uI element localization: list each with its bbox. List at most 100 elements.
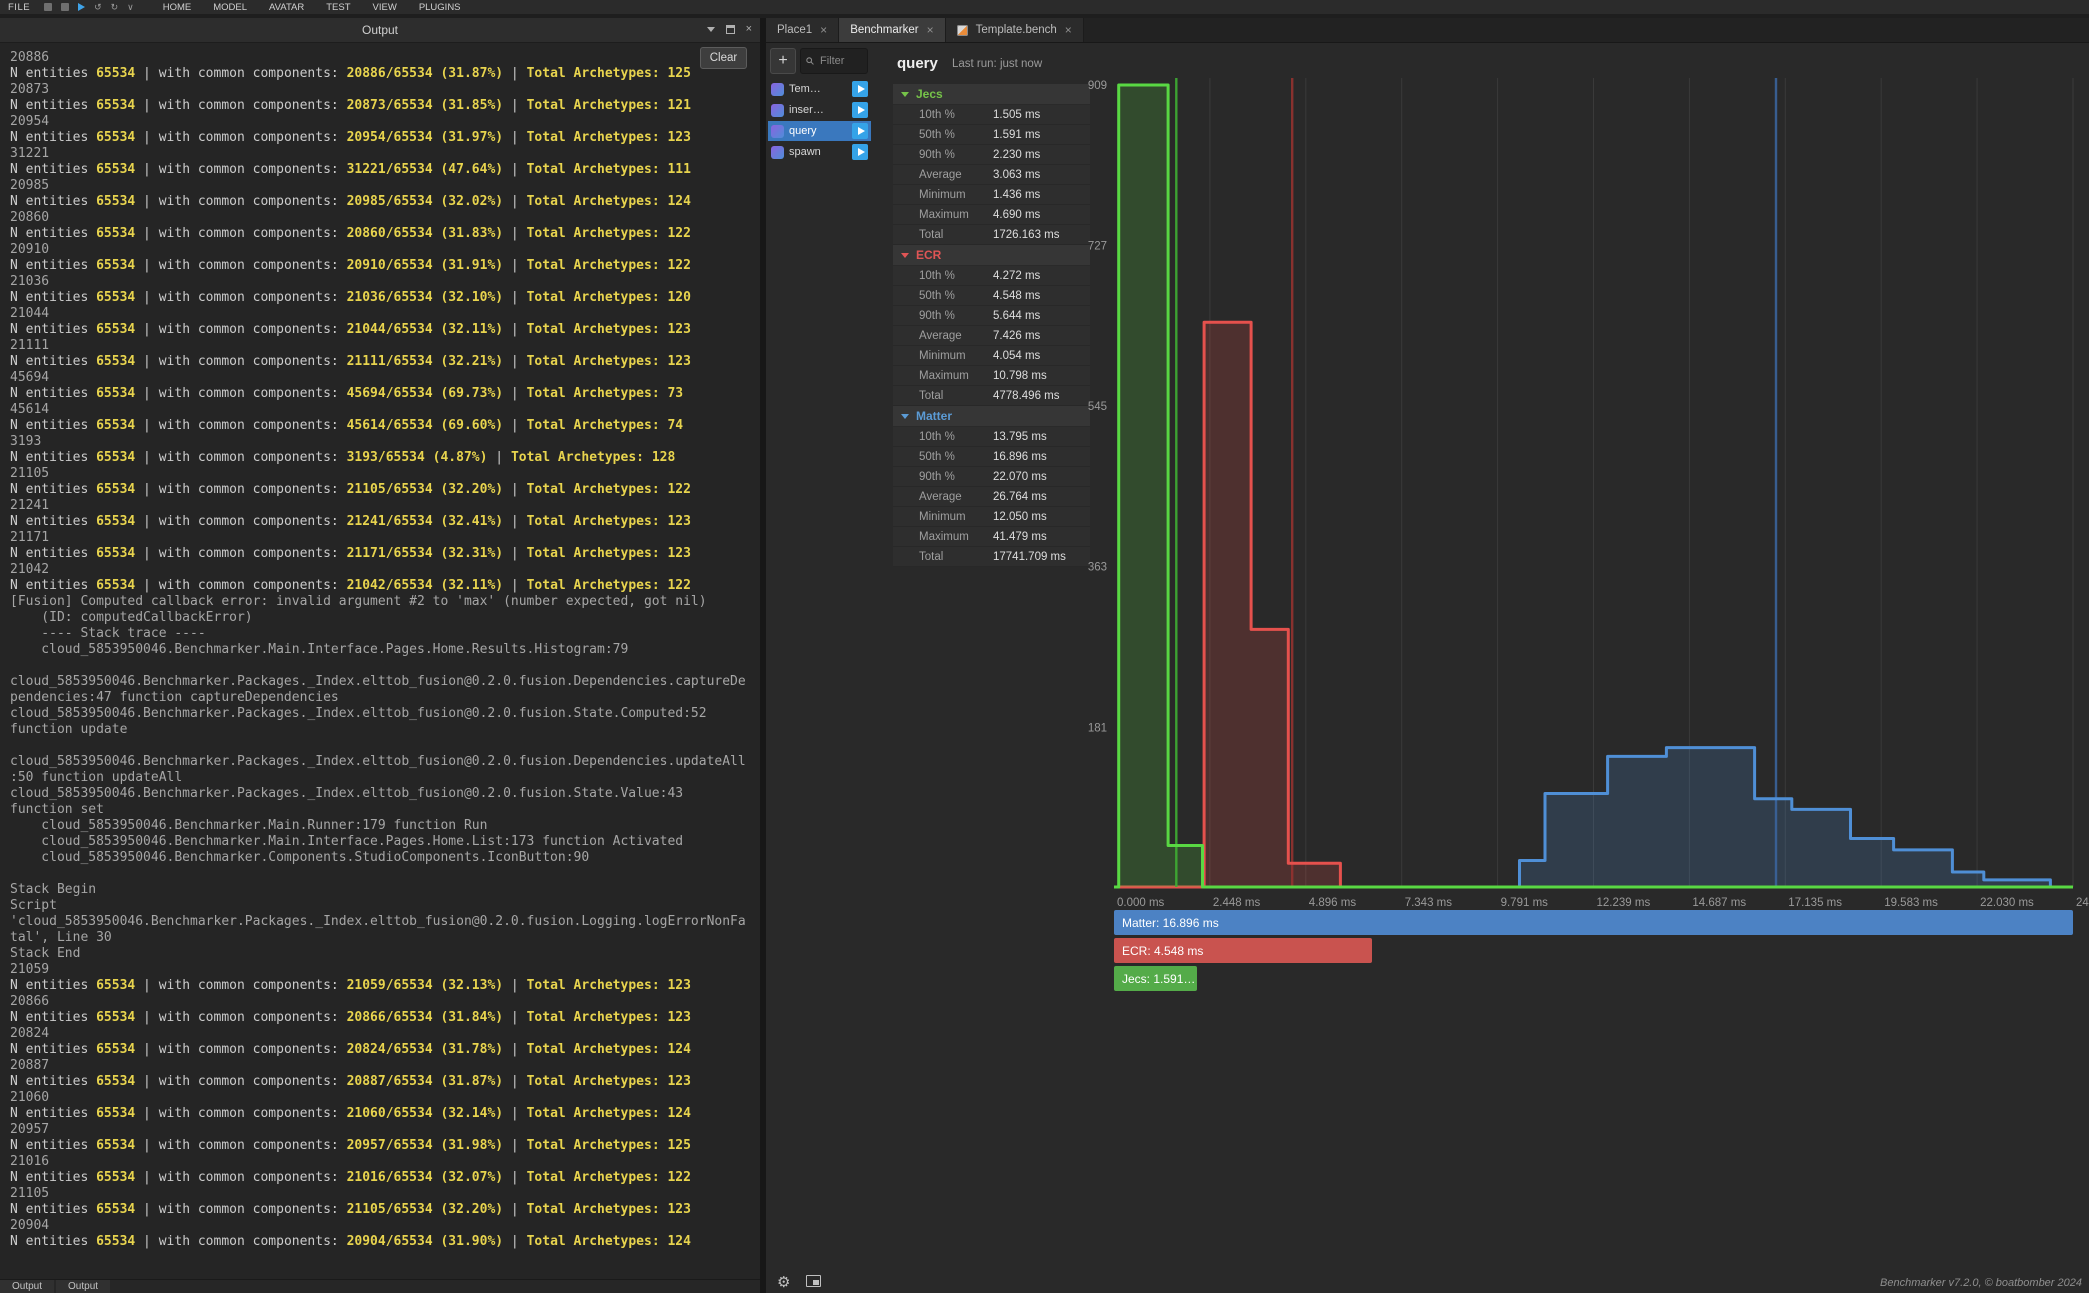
svg-text:545: 545	[1088, 401, 1107, 413]
save-icon[interactable]	[44, 3, 52, 11]
stat-label: Minimum	[919, 350, 966, 362]
benchmark-item-query[interactable]: query	[768, 121, 871, 141]
ribbon-tab-avatar[interactable]: AVATAR	[258, 2, 315, 13]
stat-label: Minimum	[919, 511, 966, 523]
undo-icon[interactable]: ↺	[94, 2, 102, 13]
stat-label: 90th %	[919, 310, 955, 322]
stat-row: 10th %1.505 ms	[893, 105, 1090, 125]
filter-input[interactable]	[818, 54, 862, 68]
doc-tab-template-bench[interactable]: Template.bench×	[946, 18, 1084, 42]
stat-row: 90th %2.230 ms	[893, 145, 1090, 165]
doc-tab-benchmarker[interactable]: Benchmarker×	[839, 18, 945, 42]
run-benchmark-button[interactable]	[852, 81, 868, 97]
console-line: 20866	[10, 994, 760, 1010]
filter-box[interactable]	[800, 48, 868, 74]
ribbon-tab-model[interactable]: MODEL	[202, 2, 258, 13]
doc-tab-place1[interactable]: Place1 ×	[766, 18, 839, 42]
ribbon-tab-plugins[interactable]: PLUGINS	[408, 2, 472, 13]
benchmark-item-label: spawn	[789, 146, 847, 158]
stat-value: 1.505 ms	[993, 109, 1040, 121]
console-line: N entities 65534 | with common component…	[10, 1010, 760, 1026]
menu-file[interactable]: FILE	[8, 2, 30, 13]
dock-tab-output-0[interactable]: Output	[0, 1280, 54, 1293]
console-line: N entities 65534 | with common component…	[10, 1202, 760, 1218]
settings-gear-icon[interactable]: ⚙	[777, 1275, 790, 1290]
benchmark-item-spawn[interactable]: spawn	[768, 142, 871, 162]
benchmark-item-label: Tem…	[789, 83, 847, 95]
ribbon-tab-home[interactable]: HOME	[152, 2, 203, 13]
run-benchmark-button[interactable]	[852, 102, 868, 118]
chevron-down-icon[interactable]	[707, 27, 715, 32]
console-line: cloud_5853950046.Benchmarker.Main.Interf…	[10, 642, 760, 658]
publish-icon[interactable]	[61, 3, 69, 11]
stat-header-jecs[interactable]: Jecs	[893, 84, 1090, 105]
console-line: 20873	[10, 82, 760, 98]
benchmark-item-insert[interactable]: inser…	[768, 100, 871, 120]
benchmark-item-template[interactable]: Tem…	[768, 79, 871, 99]
stat-value: 22.070 ms	[993, 471, 1047, 483]
console-line: N entities 65534 | with common component…	[10, 1074, 760, 1090]
console-line: N entities 65534 | with common component…	[10, 450, 760, 466]
stat-value: 7.426 ms	[993, 330, 1040, 342]
chevron-down-icon[interactable]: ∨	[127, 2, 134, 13]
stat-row: Average 7.426 ms	[893, 326, 1090, 346]
console-line: 21105	[10, 466, 760, 482]
stat-row: 90th %22.070 ms	[893, 467, 1090, 487]
tab-label: Place1	[777, 24, 812, 36]
plugin-icon[interactable]	[806, 1275, 821, 1287]
add-benchmark-button[interactable]: +	[770, 48, 796, 74]
run-benchmark-button[interactable]	[852, 123, 868, 139]
console[interactable]: 20886N entities 65534 | with common comp…	[0, 43, 760, 1279]
stat-value: 4.690 ms	[993, 209, 1040, 221]
stat-label: 50th %	[919, 451, 955, 463]
console-line: 21059	[10, 962, 760, 978]
stat-row: Maximum4.690 ms	[893, 205, 1090, 225]
bench-file-icon	[771, 104, 784, 117]
studio-window: FILE ↺ ↻ ∨ HOMEMODELAVATARTESTVIEWPLUGIN…	[0, 0, 2089, 1293]
console-line: N entities 65534 | with common component…	[10, 162, 760, 178]
console-line: 21036	[10, 274, 760, 290]
console-line: (ID: computedCallbackError)	[10, 610, 760, 626]
console-line: 21042	[10, 562, 760, 578]
console-line: 20824	[10, 1026, 760, 1042]
close-icon[interactable]: ×	[746, 23, 752, 35]
stat-label: Average	[919, 330, 962, 342]
ribbon-tab-view[interactable]: VIEW	[362, 2, 408, 13]
console-line: N entities 65534 | with common component…	[10, 418, 760, 434]
console-line: cloud_5853950046.Benchmarker.Main.Runner…	[10, 818, 760, 834]
ribbon-tab-test[interactable]: TEST	[315, 2, 361, 13]
stat-label: Average	[919, 491, 962, 503]
svg-text:363: 363	[1088, 562, 1107, 574]
stat-label: 10th %	[919, 270, 955, 282]
svg-text:181: 181	[1088, 722, 1107, 734]
close-icon[interactable]: ×	[927, 23, 934, 37]
play-icon[interactable]	[78, 3, 85, 11]
console-line: [Fusion] Computed callback error: invali…	[10, 594, 760, 610]
console-line	[10, 866, 760, 882]
svg-text:909: 909	[1088, 80, 1107, 92]
close-icon[interactable]: ×	[1065, 23, 1072, 37]
redo-icon[interactable]: ↻	[111, 2, 119, 13]
quick-access-toolbar: ↺ ↻ ∨	[44, 2, 134, 13]
console-line: 3193	[10, 434, 760, 450]
close-icon[interactable]: ×	[820, 23, 827, 37]
console-line: 'cloud_5853950046.Benchmarker.Packages._…	[10, 914, 760, 930]
stat-row: Maximum41.479 ms	[893, 527, 1090, 547]
stat-section-name: Jecs	[916, 87, 943, 101]
menu-bar: FILE ↺ ↻ ∨ HOMEMODELAVATARTESTVIEWPLUGIN…	[0, 0, 2089, 14]
svg-text:14.687 ms: 14.687 ms	[1692, 897, 1746, 909]
run-benchmark-button[interactable]	[852, 144, 868, 160]
console-line: N entities 65534 | with common component…	[10, 1234, 760, 1250]
console-line	[10, 658, 760, 674]
stat-row: 90th %5.644 ms	[893, 306, 1090, 326]
pin-icon[interactable]	[726, 25, 735, 34]
stat-label: 50th %	[919, 290, 955, 302]
clear-output-button[interactable]: Clear	[700, 47, 747, 69]
dock-tab-output-1[interactable]: Output	[56, 1280, 110, 1293]
legend-bar-matter: Matter: 16.896 ms	[1114, 910, 2073, 935]
output-titlebar: Output ×	[0, 18, 760, 43]
stat-header-matter[interactable]: Matter	[893, 406, 1090, 427]
histogram-chart: 9097275453631810.000 ms2.448 ms4.896 ms7…	[1064, 78, 2089, 918]
stat-header-ecr[interactable]: ECR	[893, 245, 1090, 266]
console-line: 21044	[10, 306, 760, 322]
